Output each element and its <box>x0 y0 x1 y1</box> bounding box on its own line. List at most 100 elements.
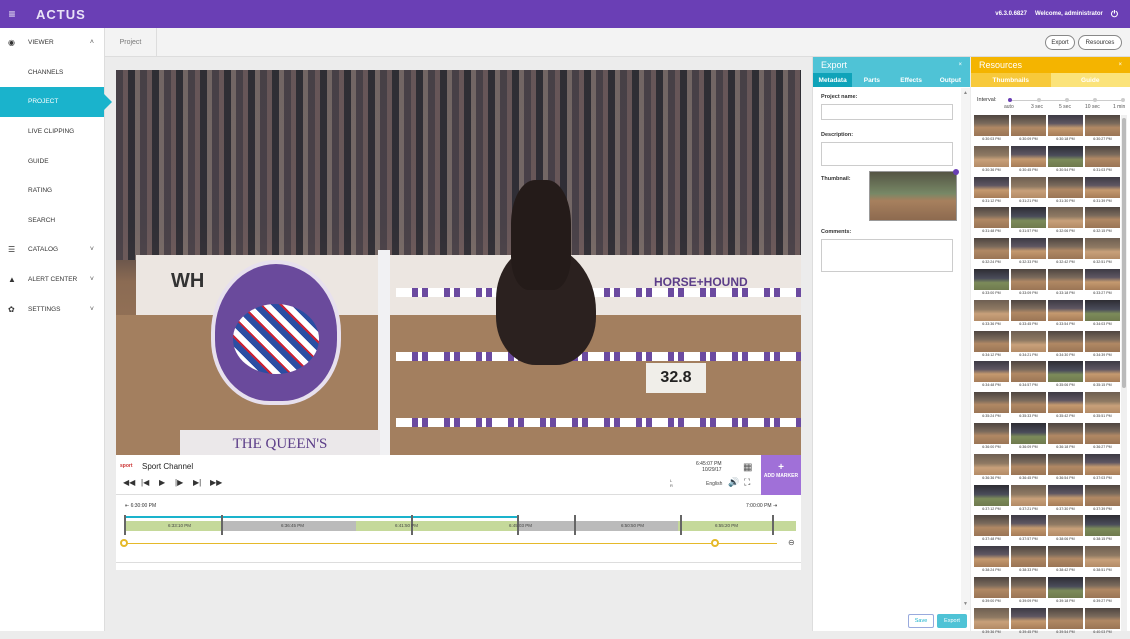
save-button[interactable]: Save <box>908 614 934 628</box>
fullscreen-icon[interactable]: ⛶ <box>744 477 750 488</box>
thumbnail-item[interactable]: 6:34:48 PM <box>974 361 1009 392</box>
step-forward-icon[interactable]: |▶ <box>175 478 183 487</box>
thumbnail-item[interactable]: 6:30:27 PM <box>1085 115 1120 146</box>
tab-guide[interactable]: Guide <box>1051 73 1130 87</box>
timeline-marker[interactable] <box>772 515 774 535</box>
thumbnail-item[interactable]: 6:35:06 PM <box>1048 361 1083 392</box>
timeline-marker[interactable] <box>221 515 223 535</box>
thumbnail-item[interactable]: 6:39:54 PM <box>1048 608 1083 639</box>
video-frame[interactable]: WH HORSE+HOUND THE QUEEN'S 32.8 <box>116 70 801 455</box>
thumbnail-item[interactable]: 6:33:09 PM <box>1011 269 1046 300</box>
thumbnail-item[interactable]: 6:38:42 PM <box>1048 546 1083 577</box>
description-input[interactable] <box>821 142 953 166</box>
volume-icon[interactable]: 🔊 <box>728 477 739 488</box>
thumbnail-item[interactable]: 6:30:18 PM <box>1048 115 1083 146</box>
interval-stop[interactable] <box>1008 98 1012 102</box>
project-name-input[interactable] <box>821 104 953 120</box>
rewind-icon[interactable]: ◀◀ <box>123 478 135 487</box>
thumbnail-item[interactable]: 6:38:24 PM <box>974 546 1009 577</box>
thumbnail-item[interactable]: 6:32:33 PM <box>1011 238 1046 269</box>
scroll-up-icon[interactable]: ▲ <box>963 90 968 96</box>
panel-scrollbar[interactable] <box>961 88 970 610</box>
sidebar-item-search[interactable]: SEARCH <box>0 206 104 236</box>
thumbnail-item[interactable]: 6:34:21 PM <box>1011 331 1046 362</box>
thumbnail-item[interactable]: 6:37:21 PM <box>1011 485 1046 516</box>
thumbnail-item[interactable]: 6:30:03 PM <box>974 115 1009 146</box>
thumbnail-item[interactable]: 6:34:57 PM <box>1011 361 1046 392</box>
app-logo[interactable]: ACTUS <box>36 7 86 22</box>
scroll-down-icon[interactable]: ▼ <box>963 601 968 607</box>
thumbnail-item[interactable]: 6:39:36 PM <box>974 608 1009 639</box>
clip-end-handle[interactable] <box>711 539 719 547</box>
sidebar-item-settings[interactable]: ✿ SETTINGS ˅ <box>0 294 104 324</box>
tab-project[interactable]: Project <box>105 28 157 57</box>
thumbnail-item[interactable]: 6:38:33 PM <box>1011 546 1046 577</box>
thumbnail-item[interactable]: 6:37:12 PM <box>974 485 1009 516</box>
thumbnail-item[interactable]: 6:40:03 PM <box>1085 608 1120 639</box>
tab-effects[interactable]: Effects <box>892 73 931 87</box>
thumbnail-item[interactable]: 6:31:48 PM <box>974 207 1009 238</box>
timeline-marker[interactable] <box>574 515 576 535</box>
thumbnail-item[interactable]: 6:35:33 PM <box>1011 392 1046 423</box>
language-select[interactable]: English <box>706 481 722 487</box>
thumbnail-item[interactable]: 6:39:09 PM <box>1011 577 1046 608</box>
thumbnail-item[interactable]: 6:39:45 PM <box>1011 608 1046 639</box>
resources-scrollbar[interactable] <box>1121 115 1127 631</box>
thumbnail-item[interactable]: 6:37:30 PM <box>1048 485 1083 516</box>
thumbnail-item[interactable]: 6:36:00 PM <box>974 423 1009 454</box>
thumbnail-item[interactable]: 6:37:03 PM <box>1085 454 1120 485</box>
interval-option[interactable]: 1 min <box>1113 104 1125 110</box>
tab-metadata[interactable]: Metadata <box>813 73 852 87</box>
thumbnail-item[interactable]: 6:33:18 PM <box>1048 269 1083 300</box>
interval-option[interactable]: 3 sec <box>1031 104 1043 110</box>
thumbnail-item[interactable]: 6:33:27 PM <box>1085 269 1120 300</box>
interval-stop[interactable] <box>1065 98 1069 102</box>
thumbnail-item[interactable]: 6:30:09 PM <box>1011 115 1046 146</box>
timeline-segment[interactable] <box>518 521 678 531</box>
interval-option[interactable]: 10 sec <box>1085 104 1100 110</box>
interval-option[interactable]: 5 sec <box>1059 104 1071 110</box>
timeline[interactable]: ⇤ 6:30:00 PM 7:00:00 PM ⇥ 6:33:10 PM 6:3… <box>116 495 801 562</box>
resources-toggle-button[interactable]: Resources <box>1078 35 1122 50</box>
calendar-icon[interactable]: ▦ <box>743 462 752 473</box>
export-toggle-button[interactable]: Export <box>1045 35 1075 50</box>
thumbnail-item[interactable]: 6:37:57 PM <box>1011 515 1046 546</box>
thumbnail-item[interactable]: 6:39:27 PM <box>1085 577 1120 608</box>
thumbnail-item[interactable]: 6:31:12 PM <box>974 177 1009 208</box>
interval-stop[interactable] <box>1037 98 1041 102</box>
thumbnail-item[interactable]: 6:32:42 PM <box>1048 238 1083 269</box>
thumbnail-item[interactable]: 6:36:36 PM <box>974 454 1009 485</box>
thumbnail-item[interactable]: 6:33:00 PM <box>974 269 1009 300</box>
thumbnail-item[interactable]: 6:39:18 PM <box>1048 577 1083 608</box>
thumbnail-item[interactable]: 6:36:18 PM <box>1048 423 1083 454</box>
thumbnail-item[interactable]: 6:33:45 PM <box>1011 300 1046 331</box>
thumbnail-item[interactable]: 6:36:09 PM <box>1011 423 1046 454</box>
fast-forward-icon[interactable]: ▶▶ <box>210 478 222 487</box>
thumbnail-item[interactable]: 6:31:03 PM <box>1085 146 1120 177</box>
thumbnail-item[interactable]: 6:35:51 PM <box>1085 392 1120 423</box>
thumbnail-item[interactable]: 6:31:30 PM <box>1048 177 1083 208</box>
thumbnail-item[interactable]: 6:35:15 PM <box>1085 361 1120 392</box>
clip-start-handle[interactable] <box>120 539 128 547</box>
sidebar-item-live-clipping[interactable]: LIVE CLIPPING <box>0 117 104 147</box>
thumbnail-item[interactable]: 6:30:36 PM <box>974 146 1009 177</box>
interval-stop[interactable] <box>1121 98 1125 102</box>
thumbnail-item[interactable]: 6:33:54 PM <box>1048 300 1083 331</box>
thumbnail-item[interactable]: 6:30:54 PM <box>1048 146 1083 177</box>
sidebar-item-alert-center[interactable]: ▲ ALERT CENTER ˅ <box>0 265 104 295</box>
tab-output[interactable]: Output <box>931 73 970 87</box>
thumbnail-item[interactable]: 6:31:57 PM <box>1011 207 1046 238</box>
sidebar-item-viewer[interactable]: ◉ VIEWER ˄ <box>0 28 104 58</box>
interval-stop[interactable] <box>1093 98 1097 102</box>
close-icon[interactable]: × <box>1118 62 1122 68</box>
scrollbar-thumb[interactable] <box>1122 118 1126 388</box>
thumbnail-item[interactable]: 6:39:00 PM <box>974 577 1009 608</box>
thumbnail-item[interactable]: 6:32:24 PM <box>974 238 1009 269</box>
comments-input[interactable] <box>821 239 953 272</box>
thumbnail-item[interactable]: 6:36:54 PM <box>1048 454 1083 485</box>
thumbnail-item[interactable]: 6:34:12 PM <box>974 331 1009 362</box>
sidebar-item-catalog[interactable]: ☰ CATALOG ˅ <box>0 235 104 265</box>
thumbnail-item[interactable]: 6:38:51 PM <box>1085 546 1120 577</box>
sidebar-item-guide[interactable]: GUIDE <box>0 146 104 176</box>
thumbnail-item[interactable]: 6:32:51 PM <box>1085 238 1120 269</box>
